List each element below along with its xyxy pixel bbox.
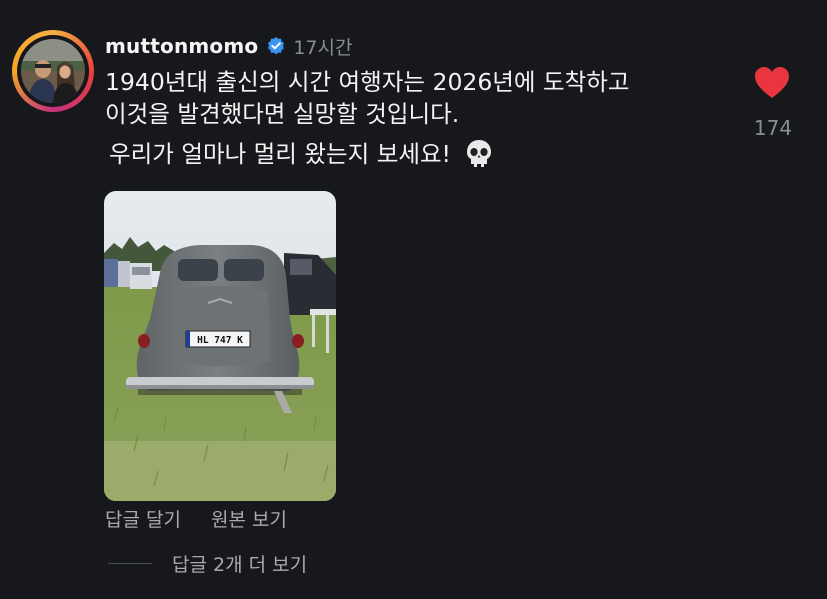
- username-link[interactable]: muttonmomo: [105, 34, 258, 58]
- license-plate-text: HL 747 K: [197, 335, 243, 346]
- avatar[interactable]: [12, 30, 94, 112]
- avatar-border: [17, 35, 89, 107]
- comment-text-line-1: 1940년대 출신의 시간 여행자는 2026년에 도착하고: [105, 68, 630, 96]
- comment-text-line-3-wrap: 우리가 얼마나 멀리 왔는지 보세요!: [105, 138, 725, 170]
- reply-button[interactable]: 답글 달기: [105, 505, 181, 532]
- heart-icon: [755, 67, 789, 98]
- like-count: 174: [753, 116, 793, 140]
- timestamp: 17시간: [293, 36, 353, 59]
- comment-header: muttonmomo 17시간: [105, 33, 352, 59]
- replies-divider-line: [108, 563, 152, 564]
- attached-photo[interactable]: HL 747 K: [104, 191, 336, 501]
- avatar-photo: [21, 39, 85, 103]
- comment-actions: 답글 달기 원본 보기: [105, 505, 287, 532]
- comment-text-line-3: 우리가 얼마나 멀리 왔는지 보세요!: [109, 140, 451, 168]
- view-more-replies-label: 답글 2개 더 보기: [172, 554, 308, 576]
- view-more-replies[interactable]: 답글 2개 더 보기: [108, 550, 307, 577]
- comment-text-line-2: 이것을 발견했다면 실망할 것입니다.: [105, 100, 460, 128]
- comment-card: muttonmomo 17시간 1940년대 출신의 시간 여행자는 2026년…: [0, 0, 827, 599]
- skull-emoji-icon: [465, 139, 493, 169]
- verified-badge-icon: [266, 36, 286, 56]
- view-original-button[interactable]: 원본 보기: [211, 505, 287, 532]
- like-heart-button[interactable]: [754, 66, 790, 100]
- comment-body: 1940년대 출신의 시간 여행자는 2026년에 도착하고 이것을 발견했다면…: [105, 66, 725, 170]
